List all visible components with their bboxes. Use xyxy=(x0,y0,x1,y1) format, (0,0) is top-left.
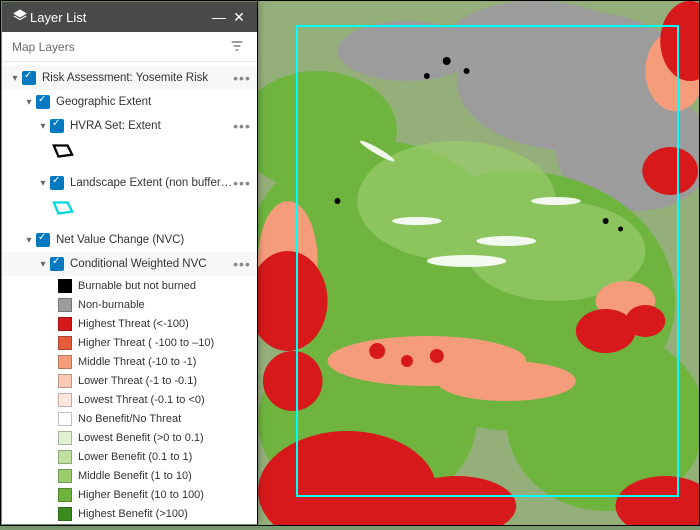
legend-swatch xyxy=(58,336,72,350)
layer-conditional-weighted-nvc[interactable]: ▾ Conditional Weighted NVC ••• xyxy=(2,252,257,276)
legend-label: Non-burnable xyxy=(78,299,145,311)
legend-item: Non-burnable xyxy=(2,295,257,314)
legend-item: Highest Threat (<-100) xyxy=(2,314,257,333)
layers-icon xyxy=(10,8,30,27)
legend-label: No Benefit/No Threat xyxy=(78,413,181,425)
checkbox[interactable] xyxy=(22,71,36,85)
legend-swatch xyxy=(58,488,72,502)
layer-label: Risk Assessment: Yosemite Risk xyxy=(42,72,233,84)
layer-hvra-extent[interactable]: ▾ HVRA Set: Extent ••• xyxy=(2,114,257,138)
legend-item: No Benefit/No Threat xyxy=(2,409,257,428)
checkbox[interactable] xyxy=(50,119,64,133)
close-button[interactable]: ✕ xyxy=(229,9,249,26)
legend-swatch xyxy=(58,355,72,369)
layer-root[interactable]: ▾ Risk Assessment: Yosemite Risk ••• xyxy=(2,66,257,90)
checkbox[interactable] xyxy=(36,95,50,109)
layer-tree: ▾ Risk Assessment: Yosemite Risk ••• ▾ G… xyxy=(2,62,257,524)
legend-swatch xyxy=(58,374,72,388)
legend-item: Lower Threat (-1 to -0.1) xyxy=(2,371,257,390)
legend-item: Highest Benefit (>100) xyxy=(2,504,257,523)
more-icon[interactable]: ••• xyxy=(233,178,251,188)
panel-title: Layer List xyxy=(30,10,209,25)
layer-list-panel: Layer List — ✕ Map Layers ▾ Risk Assessm… xyxy=(2,2,257,524)
layer-label: Landscape Extent (non buffered) xyxy=(70,177,233,189)
legend-label: Highest Threat (<-100) xyxy=(78,318,189,330)
legend-item: Lower Benefit (0.1 to 1) xyxy=(2,447,257,466)
polygon-symbol-icon xyxy=(52,199,74,217)
legend-item: Higher Threat ( -100 to –10) xyxy=(2,333,257,352)
legend-label: Lowest Benefit (>0 to 0.1) xyxy=(78,432,204,444)
panel-subheader: Map Layers xyxy=(2,32,257,62)
panel-header: Layer List — ✕ xyxy=(2,2,257,32)
legend-label: Lower Benefit (0.1 to 1) xyxy=(78,451,192,463)
chevron-down-icon[interactable]: ▾ xyxy=(36,259,50,270)
layer-label: Net Value Change (NVC) xyxy=(56,234,251,246)
legend-label: Lower Threat (-1 to -0.1) xyxy=(78,375,197,387)
legend-label: Middle Threat (-10 to -1) xyxy=(78,356,196,368)
more-icon[interactable]: ••• xyxy=(233,121,251,131)
legend-item: Burnable but not burned xyxy=(2,276,257,295)
legend-item: Middle Benefit (1 to 10) xyxy=(2,466,257,485)
polygon-symbol-icon xyxy=(52,142,74,160)
legend-swatch xyxy=(58,317,72,331)
chevron-down-icon[interactable]: ▾ xyxy=(22,97,36,108)
legend-swatch xyxy=(58,298,72,312)
legend-swatch xyxy=(58,412,72,426)
layer-label: Geographic Extent xyxy=(56,96,251,108)
legend-label: Higher Benefit (10 to 100) xyxy=(78,489,204,501)
layer-landscape-extent[interactable]: ▾ Landscape Extent (non buffered) ••• xyxy=(2,171,257,195)
legend-swatch xyxy=(58,393,72,407)
chevron-down-icon[interactable]: ▾ xyxy=(8,73,22,84)
legend-label: Burnable but not burned xyxy=(78,280,196,292)
checkbox[interactable] xyxy=(50,257,64,271)
legend: Burnable but not burned Non-burnable Highe… xyxy=(2,276,257,523)
legend-swatch xyxy=(58,469,72,483)
legend-item: Lowest Threat (-0.1 to <0) xyxy=(2,390,257,409)
chevron-down-icon[interactable]: ▾ xyxy=(36,178,50,189)
legend-swatch xyxy=(58,450,72,464)
layer-label: HVRA Set: Extent xyxy=(70,120,233,132)
legend-item: Higher Benefit (10 to 100) xyxy=(2,485,257,504)
legend-swatch xyxy=(58,507,72,521)
legend-label: Middle Benefit (1 to 10) xyxy=(78,470,192,482)
map-canvas[interactable] xyxy=(257,1,699,525)
subheader-label: Map Layers xyxy=(12,40,75,54)
legend-label: Higher Threat ( -100 to –10) xyxy=(78,337,214,349)
chevron-down-icon[interactable]: ▾ xyxy=(22,235,36,246)
legend-label: Highest Benefit (>100) xyxy=(78,508,188,520)
layer-label: Conditional Weighted NVC xyxy=(70,258,233,270)
more-icon[interactable]: ••• xyxy=(233,73,251,83)
checkbox[interactable] xyxy=(36,233,50,247)
minimize-button[interactable]: — xyxy=(209,9,229,25)
layer-nvc[interactable]: ▾ Net Value Change (NVC) xyxy=(2,228,257,252)
checkbox[interactable] xyxy=(50,176,64,190)
legend-swatch xyxy=(58,279,72,293)
legend-item: Lowest Benefit (>0 to 0.1) xyxy=(2,428,257,447)
filter-icon[interactable] xyxy=(229,38,247,56)
aoi-rectangle xyxy=(296,25,679,497)
legend-label: Lowest Threat (-0.1 to <0) xyxy=(78,394,205,406)
legend-swatch xyxy=(58,431,72,445)
legend-item: Middle Threat (-10 to -1) xyxy=(2,352,257,371)
layer-expected-weighted-nvc[interactable]: ▾ Expected Weighted NVC ••• xyxy=(2,523,257,524)
chevron-down-icon[interactable]: ▾ xyxy=(36,121,50,132)
layer-geographic-extent[interactable]: ▾ Geographic Extent xyxy=(2,90,257,114)
more-icon[interactable]: ••• xyxy=(233,259,251,269)
